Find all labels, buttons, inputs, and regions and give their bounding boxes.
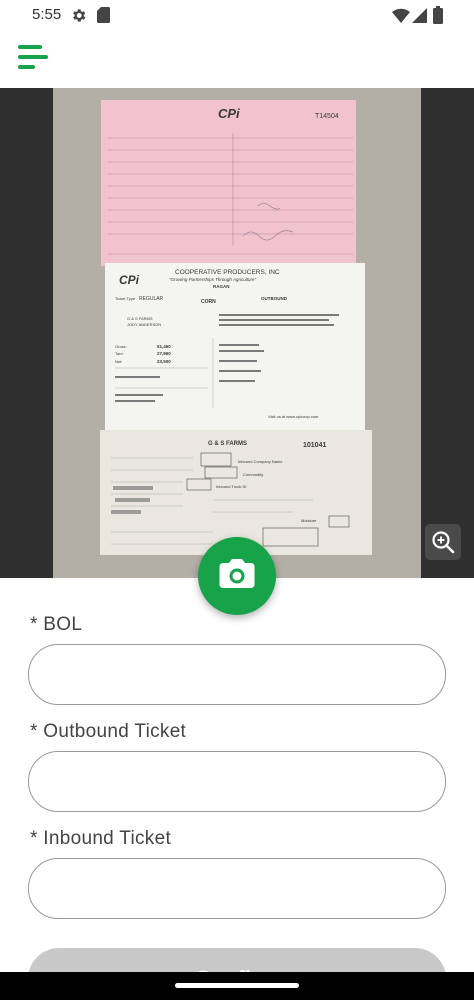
bol-label: * BOL	[30, 614, 83, 635]
outbound-ticket-label: * Outbound Ticket	[30, 721, 187, 742]
hamburger-menu-icon	[18, 45, 48, 69]
white-ticket-logo: CPi	[119, 273, 140, 287]
farm-contact: JODY ANDERSON	[127, 322, 161, 327]
document-photo: CPi T14504 CPi COOPERATIVE PRODUCERS, IN…	[53, 88, 421, 578]
system-nav-bar	[0, 972, 474, 1000]
battery-icon	[433, 6, 443, 24]
camera-icon	[219, 559, 255, 588]
commodity-label: Commodity	[243, 472, 263, 477]
truck-id-label: Inbound Truck ID	[216, 484, 247, 489]
white-ticket-company: COOPERATIVE PRODUCERS, INC	[175, 269, 280, 276]
outbound-ticket-input[interactable]	[28, 751, 446, 812]
settings-gear-icon	[73, 9, 86, 22]
tare-label: Tare:	[115, 351, 124, 356]
tare-value: 27,960	[157, 351, 171, 356]
ticket-type-label: Ticket Type	[115, 296, 136, 301]
ticket-type-value: REGULAR	[139, 296, 164, 302]
inbound-ticket-input[interactable]	[28, 858, 446, 919]
pink-ticket-logo: CPi	[218, 106, 240, 121]
inbound-company-label: Inbound Company Name	[238, 459, 283, 464]
yellow-ticket-number: 101041	[303, 442, 326, 449]
menu-button[interactable]	[16, 42, 50, 72]
bol-input[interactable]	[28, 644, 446, 705]
white-ticket-slogan: "Growing Partnerships Through Agricultur…	[169, 277, 256, 282]
net-value: 23,500	[157, 359, 171, 364]
sim-card-icon	[97, 7, 110, 23]
gross-value: 51,460	[157, 344, 171, 349]
app-bar	[0, 30, 474, 88]
commodity-value: CORN	[201, 299, 216, 305]
zoom-button[interactable]	[425, 524, 461, 560]
white-ticket-location: RAGAN	[213, 284, 230, 289]
moisture-label: Moisture	[301, 518, 317, 523]
outbound-label: OUTBOUND	[261, 296, 288, 301]
farm-name: G & S FARMS	[127, 316, 153, 321]
status-bar: 5:55	[0, 0, 474, 30]
wifi-icon	[392, 8, 410, 23]
pink-ticket-number: T14504	[315, 113, 339, 120]
white-ticket: CPi COOPERATIVE PRODUCERS, INC "Growing …	[105, 263, 365, 433]
gross-label: Gross:	[115, 344, 127, 349]
camera-button[interactable]	[198, 537, 276, 615]
photo-preview: CPi T14504 CPi COOPERATIVE PRODUCERS, IN…	[0, 88, 474, 578]
white-ticket-footer: Visit us at www.cpicoop.com	[268, 414, 319, 419]
pink-ticket: CPi T14504	[101, 100, 356, 266]
tickets-image: CPi T14504 CPi COOPERATIVE PRODUCERS, IN…	[53, 88, 421, 578]
cellular-signal-icon	[412, 8, 427, 23]
net-label: Net:	[115, 359, 122, 364]
yellow-ticket-farm: G & S FARMS	[208, 441, 247, 447]
home-gesture-handle[interactable]	[175, 983, 299, 988]
inbound-ticket-label: * Inbound Ticket	[30, 828, 172, 849]
zoom-in-icon	[432, 531, 455, 554]
status-time: 5:55	[32, 6, 62, 23]
